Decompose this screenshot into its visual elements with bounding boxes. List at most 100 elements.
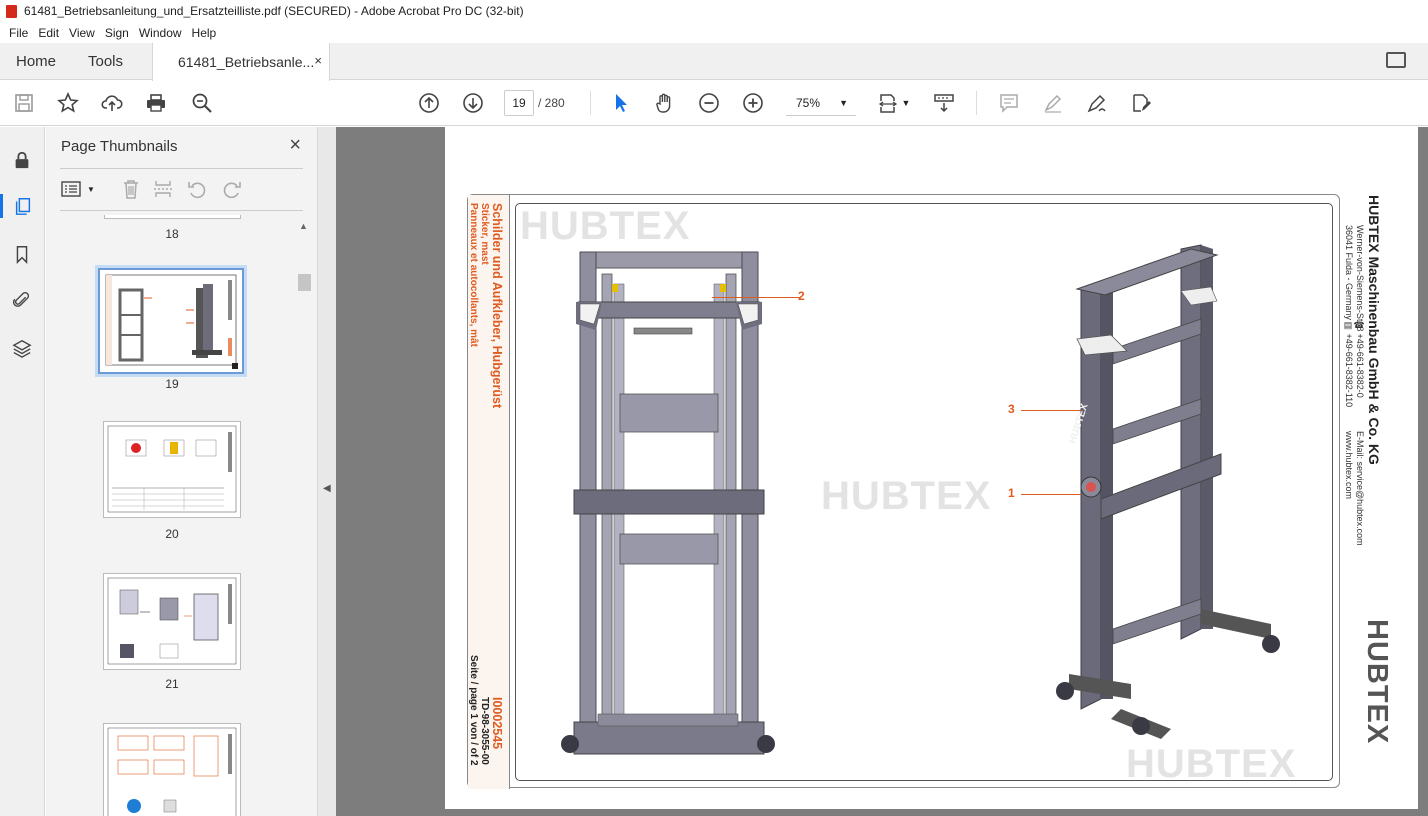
menu-view[interactable]: View bbox=[64, 26, 100, 40]
company-name: HUBTEX Maschinenbau GmbH & Co. KG bbox=[1366, 195, 1382, 465]
callout-line-3 bbox=[1021, 410, 1081, 411]
tab-tools[interactable]: Tools bbox=[88, 43, 123, 80]
thumbnail-19-preview bbox=[105, 274, 238, 369]
company-email: E-Mail: service@hubtex.com bbox=[1355, 431, 1365, 546]
mast-front-view-drawing bbox=[561, 251, 775, 755]
page-info: Seite / page 1 von / of 2 bbox=[468, 655, 479, 766]
thumbnail-20-preview bbox=[107, 425, 237, 513]
thumbnail-22-preview bbox=[107, 727, 237, 816]
menu-bar: File Edit View Sign Window Help bbox=[0, 22, 1428, 43]
callout-3: 3 bbox=[1008, 402, 1015, 416]
zoom-in-icon[interactable] bbox=[741, 91, 765, 115]
zoom-out-icon[interactable] bbox=[697, 91, 721, 115]
page-total: / 280 bbox=[538, 96, 565, 110]
hubtex-logo: HUBTEX bbox=[1361, 619, 1393, 745]
panel-title: Page Thumbnails bbox=[61, 138, 178, 155]
drawing-title-de: Schilder und Aufkleber, Hubgerüst bbox=[490, 203, 504, 409]
bookmark-star-icon[interactable] bbox=[56, 91, 80, 115]
collapse-arrow-icon: ◀ bbox=[323, 483, 331, 494]
thumbnail-label-18: 18 bbox=[165, 227, 179, 241]
close-panel-icon[interactable]: × bbox=[289, 134, 301, 157]
previous-page-icon[interactable] bbox=[417, 91, 441, 115]
mast-isometric-drawing: HUBTEX bbox=[1056, 244, 1280, 739]
comment-icon[interactable] bbox=[997, 91, 1021, 115]
tab-home[interactable]: Home bbox=[16, 43, 56, 80]
pdf-page: Schilder und Aufkleber, Hubgerüst Sticke… bbox=[445, 127, 1418, 809]
zoom-search-icon[interactable] bbox=[190, 91, 214, 115]
page-thumbnail-19[interactable] bbox=[95, 265, 247, 377]
menu-help[interactable]: Help bbox=[187, 26, 222, 40]
tab-bar: Home Tools 61481_Betriebsanle... × bbox=[0, 43, 1428, 81]
scrollbar-thumb[interactable] bbox=[298, 274, 311, 291]
page-thumbnails-icon[interactable] bbox=[0, 194, 45, 218]
next-page-icon[interactable] bbox=[461, 91, 485, 115]
company-address-street: Werner-von-Siemens-St. 8 bbox=[1355, 225, 1365, 332]
page-thumbnail-21[interactable] bbox=[103, 573, 241, 670]
bookmarks-icon[interactable] bbox=[10, 242, 34, 266]
rotate-clockwise-icon[interactable] bbox=[221, 177, 243, 201]
document-id: I0002545 bbox=[490, 697, 504, 750]
page-thumbnail-18[interactable] bbox=[104, 215, 241, 219]
drawing-title-block: Schilder und Aufkleber, Hubgerüst Sticke… bbox=[468, 195, 510, 789]
drawing-number: TD-98-3055-00 bbox=[479, 697, 490, 765]
panel-collapse-handle[interactable]: ◀ bbox=[318, 127, 336, 816]
save-icon[interactable] bbox=[12, 91, 36, 115]
pdf-file-icon bbox=[6, 4, 17, 18]
page-thumbnail-22[interactable] bbox=[103, 723, 241, 816]
tab-close-icon[interactable]: × bbox=[314, 53, 322, 68]
edit-document-icon[interactable] bbox=[1129, 91, 1153, 115]
insert-page-icon[interactable] bbox=[152, 177, 174, 201]
drawing-title-fr: Panneaux et autocollants, mât bbox=[468, 203, 479, 347]
thumbnail-label-19: 19 bbox=[165, 377, 179, 391]
document-viewer[interactable]: Schilder und Aufkleber, Hubgerüst Sticke… bbox=[336, 127, 1428, 816]
hand-tool-icon[interactable] bbox=[653, 91, 677, 115]
lock-icon[interactable] bbox=[10, 148, 34, 172]
sign-pen-icon[interactable] bbox=[1085, 91, 1109, 115]
zoom-select[interactable]: 75% ▼ bbox=[786, 90, 856, 116]
panel-divider bbox=[60, 168, 303, 169]
company-phone: ☎ +49-661-8382-0 bbox=[1355, 321, 1365, 398]
company-fax: ▤ +49-661-8382-110 bbox=[1344, 321, 1354, 408]
page-number-input[interactable]: 19 bbox=[504, 90, 534, 116]
company-address-city: 36041 Fulda - Germany bbox=[1344, 225, 1354, 321]
main-toolbar: 19 / 280 75% ▼ ▼ bbox=[0, 81, 1428, 126]
upload-cloud-icon[interactable] bbox=[100, 91, 124, 115]
layers-icon[interactable] bbox=[10, 336, 34, 360]
menu-window[interactable]: Window bbox=[134, 26, 187, 40]
thumbnail-21-preview bbox=[107, 577, 237, 665]
menu-file[interactable]: File bbox=[4, 26, 33, 40]
scroll-mode-icon[interactable] bbox=[932, 91, 956, 115]
callout-line-1 bbox=[1021, 494, 1081, 495]
title-bar: 61481_Betriebsanleitung_und_Ersatzteilli… bbox=[0, 0, 1428, 22]
delete-page-icon[interactable] bbox=[120, 177, 142, 201]
drawing-frame: HUBTEX HUBTEX HUBTEX 2 HUBTEX 3 1 bbox=[515, 203, 1333, 786]
tab-document-label: 61481_Betriebsanle... bbox=[178, 54, 315, 70]
menu-edit[interactable]: Edit bbox=[33, 26, 64, 40]
menu-sign[interactable]: Sign bbox=[100, 26, 134, 40]
thumbnail-scrollbar[interactable]: ▲ bbox=[297, 219, 311, 816]
watermark-top: HUBTEX bbox=[520, 204, 691, 248]
highlight-pen-icon[interactable] bbox=[1041, 91, 1065, 115]
zoom-value: 75% bbox=[796, 95, 821, 110]
left-navigation-rail bbox=[0, 127, 45, 816]
drawing-sheet: Schilder und Aufkleber, Hubgerüst Sticke… bbox=[467, 194, 1393, 789]
thumbnail-options-icon[interactable]: ▼ bbox=[61, 177, 95, 201]
attachments-paperclip-icon[interactable] bbox=[10, 288, 34, 312]
page-fit-dropdown-icon[interactable]: ▼ bbox=[900, 91, 912, 115]
select-cursor-icon[interactable] bbox=[609, 91, 633, 115]
scroll-up-arrow-icon[interactable]: ▲ bbox=[299, 221, 308, 231]
print-icon[interactable] bbox=[144, 91, 168, 115]
thumbnail-label-20: 20 bbox=[165, 527, 179, 541]
rotate-counterclockwise-icon[interactable] bbox=[186, 177, 208, 201]
page-thumbnails-panel: Page Thumbnails × ▼ 18 19 20 21 ▲ bbox=[46, 127, 318, 816]
window-title: 61481_Betriebsanleitung_und_Ersatzteilli… bbox=[24, 4, 524, 18]
callout-1: 1 bbox=[1008, 486, 1015, 500]
comment-bubble-icon[interactable] bbox=[1386, 52, 1406, 68]
watermark-middle: HUBTEX bbox=[821, 474, 992, 518]
tab-document[interactable]: 61481_Betriebsanle... × bbox=[152, 43, 330, 81]
chevron-down-icon: ▼ bbox=[839, 98, 848, 108]
toolbar-divider bbox=[976, 91, 977, 115]
page-thumbnail-20[interactable] bbox=[103, 421, 241, 518]
company-website: www.hubtex.com bbox=[1344, 431, 1354, 500]
page-fit-icon[interactable] bbox=[876, 91, 900, 115]
